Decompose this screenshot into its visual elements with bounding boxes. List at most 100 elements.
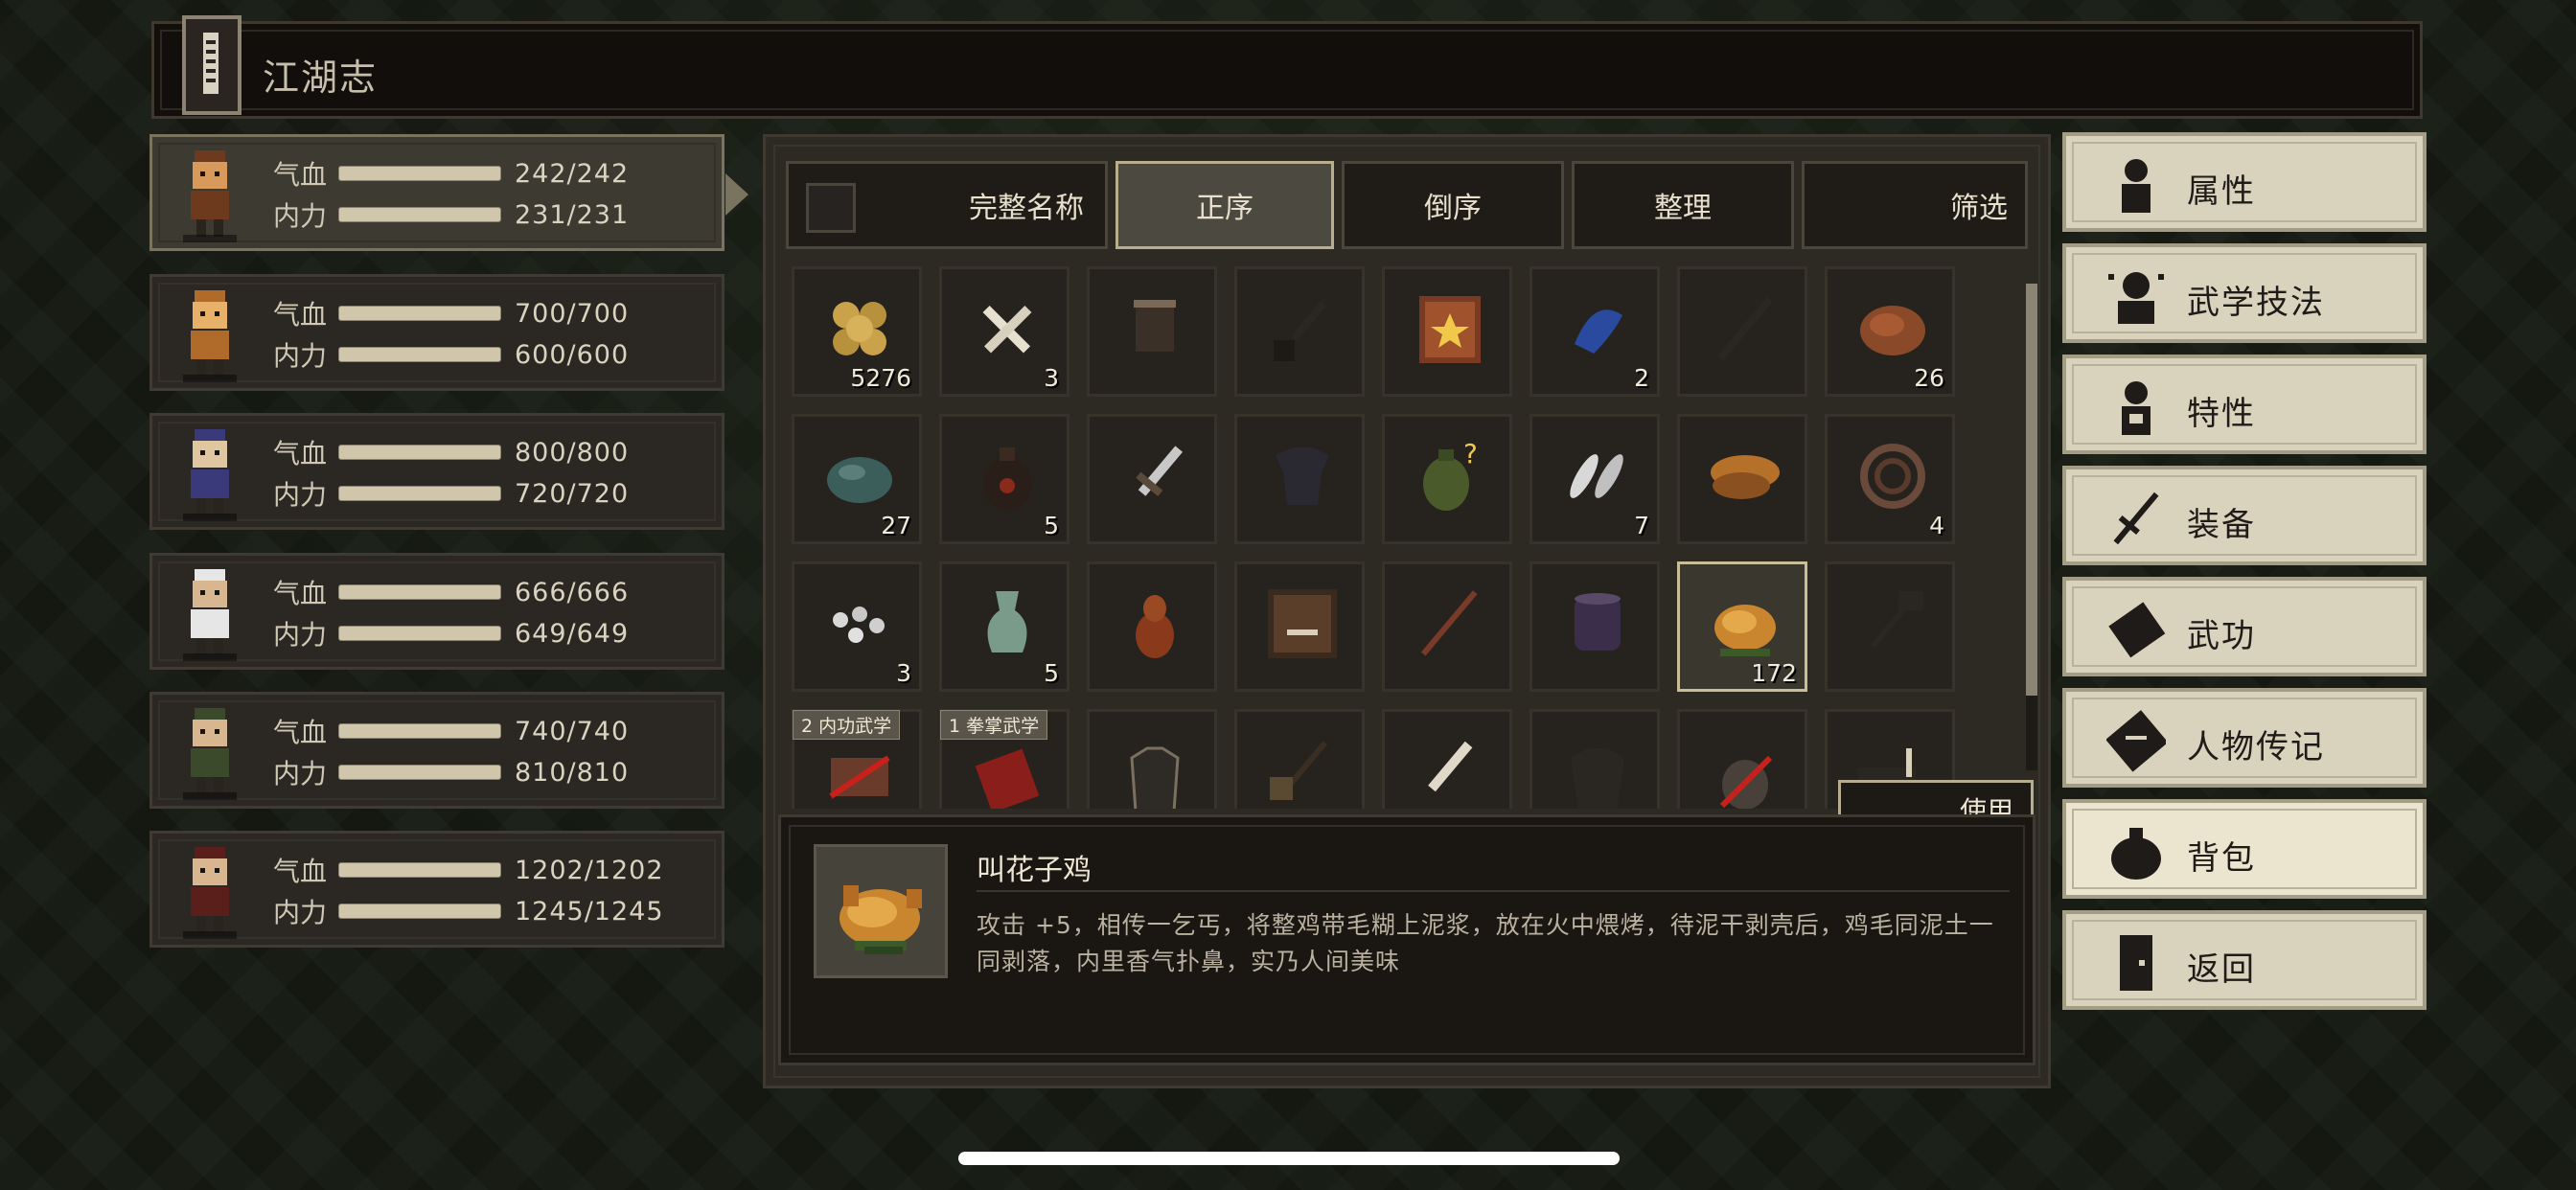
- inventory-slot[interactable]: [1530, 561, 1660, 692]
- inventory-slot[interactable]: 2 内功武学: [792, 709, 922, 809]
- hp-bar: [338, 584, 501, 600]
- inventory-slot[interactable]: 3: [792, 561, 922, 692]
- menu-button-trait[interactable]: 特性: [2062, 355, 2426, 454]
- mp-bar: [338, 765, 501, 780]
- inventory-slot[interactable]: [1234, 414, 1365, 544]
- inventory-slot[interactable]: [1087, 414, 1217, 544]
- bucket-icon: [1113, 286, 1197, 371]
- party-member-card[interactable]: 气血 1202/1202 内力 1245/1245: [150, 831, 724, 948]
- hp-row: 气血 740/740: [273, 712, 629, 750]
- scroll-crossed-icon: [817, 729, 902, 809]
- inventory-slot[interactable]: [1677, 414, 1807, 544]
- menu-button-manual[interactable]: 武功: [2062, 577, 2426, 676]
- inventory-slot[interactable]: 26: [1825, 266, 1955, 397]
- inventory-slot[interactable]: [1382, 561, 1512, 692]
- organize-button[interactable]: 整理: [1572, 161, 1794, 249]
- hp-label: 气血: [273, 856, 328, 887]
- mp-label: 内力: [273, 619, 328, 651]
- mp-label: 内力: [273, 200, 328, 232]
- armor-dark-icon: [1555, 729, 1640, 809]
- menu-label: 武功: [2187, 617, 2256, 655]
- mp-bar: [338, 486, 501, 501]
- mp-bar: [338, 207, 501, 222]
- mp-row: 内力 810/810: [273, 753, 629, 791]
- full-name-toggle[interactable]: 完整名称: [786, 161, 1108, 249]
- martial-arts-icon: [2106, 264, 2166, 328]
- staff-icon: [1703, 286, 1787, 371]
- scrollbar-thumb[interactable]: [2026, 284, 2037, 696]
- inventory-slot[interactable]: [1087, 561, 1217, 692]
- party-member-card[interactable]: 气血 666/666 内力 649/649: [150, 553, 724, 670]
- inventory-slot[interactable]: [1382, 266, 1512, 397]
- inventory-slot[interactable]: [1087, 266, 1217, 397]
- hp-value: 740/740: [515, 716, 630, 746]
- menu-button-figure[interactable]: 属性: [2062, 132, 2426, 232]
- manual-icon: [2106, 598, 2166, 661]
- home-indicator[interactable]: [958, 1152, 1620, 1165]
- mp-label: 内力: [273, 758, 328, 790]
- party-member-card[interactable]: 气血 700/700 内力 600/600: [150, 274, 724, 391]
- character-portrait: [173, 423, 246, 523]
- inventory-slot[interactable]: 1 拳掌武学: [939, 709, 1070, 809]
- inventory-slot[interactable]: [1677, 266, 1807, 397]
- party-member-card[interactable]: 气血 740/740 内力 810/810: [150, 692, 724, 809]
- inventory-slot[interactable]: 27: [792, 414, 922, 544]
- menu-button-bag[interactable]: 背包: [2062, 799, 2426, 899]
- hp-label: 气血: [273, 299, 328, 331]
- party-member-card[interactable]: 气血 242/242 内力 231/231: [150, 134, 748, 251]
- pot-icon: [1555, 582, 1640, 666]
- inventory-slot[interactable]: [1530, 709, 1660, 809]
- mp-label: 内力: [273, 340, 328, 372]
- mp-value: 1245/1245: [515, 896, 664, 927]
- page-title: 江湖志: [263, 57, 379, 99]
- red-book-icon: [965, 729, 1049, 809]
- coins-icon: [817, 286, 902, 371]
- filter-button[interactable]: 筛选: [1802, 161, 2028, 249]
- door-icon: [2106, 931, 2166, 995]
- inventory-slot[interactable]: [1382, 709, 1512, 809]
- menu-button-biography[interactable]: 人物传记: [2062, 688, 2426, 788]
- inventory-slot[interactable]: 7: [1530, 414, 1660, 544]
- hp-bar: [338, 862, 501, 878]
- broom-icon: [1260, 729, 1345, 809]
- svg-text:?: ?: [1463, 438, 1478, 469]
- party-member-card[interactable]: 气血 800/800 内力 720/720: [150, 413, 724, 530]
- inventory-slot[interactable]: 172: [1677, 561, 1807, 692]
- hp-value: 1202/1202: [515, 855, 664, 885]
- inventory-slot[interactable]: [1825, 561, 1955, 692]
- inventory-slot[interactable]: 3: [939, 266, 1070, 397]
- bag-icon: [2106, 820, 2166, 883]
- treasure-map-icon: [1408, 286, 1492, 371]
- inventory-slot[interactable]: [1234, 561, 1365, 692]
- full-name-checkbox[interactable]: [806, 183, 856, 233]
- inventory-slot[interactable]: 2: [1530, 266, 1660, 397]
- inventory-slot[interactable]: 5: [939, 414, 1070, 544]
- inventory-slot[interactable]: [1087, 709, 1217, 809]
- descending-button[interactable]: 倒序: [1342, 161, 1564, 249]
- crossed-item-icon: [1703, 729, 1787, 809]
- item-count: 7: [1634, 512, 1649, 539]
- book-icon: [182, 15, 242, 115]
- detail-divider: [977, 890, 2010, 892]
- trait-icon: [2106, 376, 2166, 439]
- inventory-scrollbar[interactable]: [2026, 284, 2037, 770]
- coil-icon: [1851, 434, 1935, 518]
- inventory-slot[interactable]: 5: [939, 561, 1070, 692]
- menu-button-sword[interactable]: 装备: [2062, 466, 2426, 565]
- ascending-button[interactable]: 正序: [1116, 161, 1334, 249]
- inventory-slot[interactable]: 5276: [792, 266, 922, 397]
- menu-button-door[interactable]: 返回: [2062, 910, 2426, 1010]
- inventory-slot[interactable]: [1234, 266, 1365, 397]
- character-portrait: [173, 702, 246, 802]
- item-category-tag: 1 拳掌武学: [940, 710, 1048, 740]
- inventory-slot[interactable]: [1234, 709, 1365, 809]
- inventory-slot[interactable]: [1677, 709, 1807, 809]
- menu-button-martial-arts[interactable]: 武学技法: [2062, 243, 2426, 343]
- inventory-slot[interactable]: ?: [1382, 414, 1512, 544]
- inventory-grid: 5276 3 2 26 27 5? 7 4 3 5 172 2 内功武学 1 拳掌武学: [792, 266, 2028, 809]
- mp-row: 内力 649/649: [273, 614, 629, 652]
- item-count: 27: [881, 512, 911, 539]
- inventory-slot[interactable]: 4: [1825, 414, 1955, 544]
- item-count: 5: [1044, 659, 1059, 687]
- item-description: 攻击 +5，相传一乞丐，将整鸡带毛糊上泥浆，放在火中煨烤，待泥干剥壳后，鸡毛同泥…: [977, 911, 1994, 975]
